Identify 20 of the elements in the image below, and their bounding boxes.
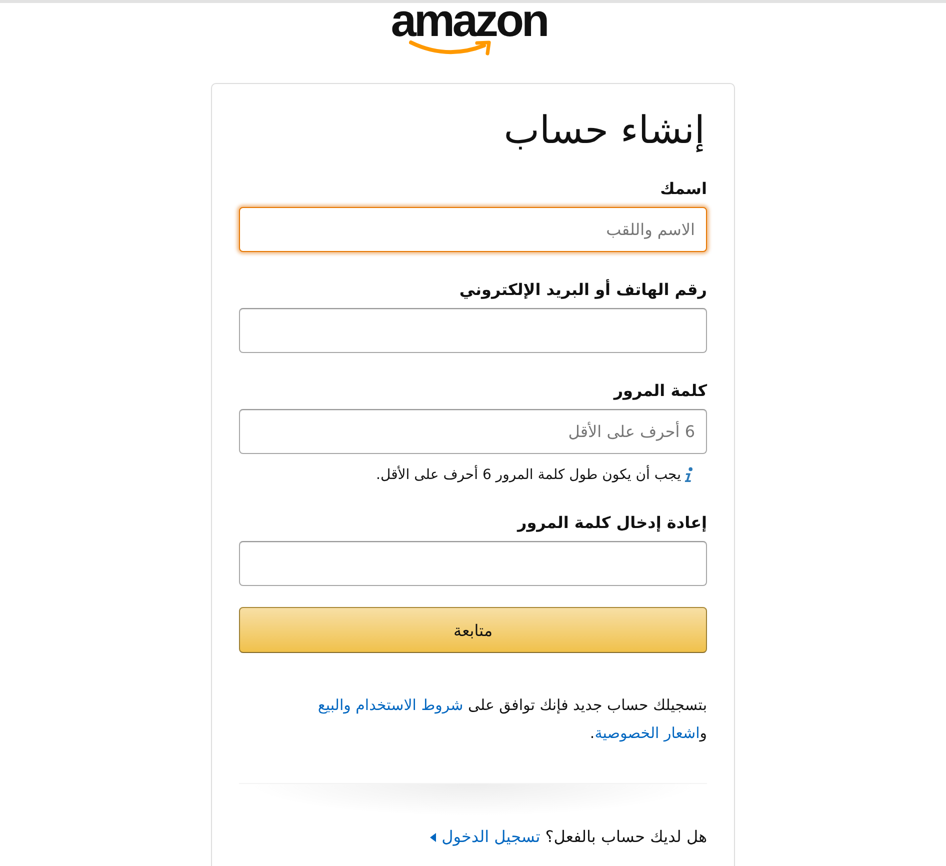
- field-label: رقم الهاتف أو البريد الإلكتروني: [459, 279, 707, 301]
- hint-text: يجب أن يكون طول كلمة المرور 6 أحرف على الأقل.: [376, 465, 681, 485]
- input-field[interactable]: الاسم واللقب: [239, 207, 707, 252]
- sign-in-prompt: هل لديك حساب بالفعل؟ تسجيل الدخول: [239, 826, 707, 848]
- text-link[interactable]: اشعار الخصوصية: [594, 724, 700, 742]
- text-link[interactable]: شروط الاستخدام والبيع: [318, 696, 464, 714]
- logo-wordmark: amazon: [390, 1, 548, 39]
- field-label: إعادة إدخال كلمة المرور: [518, 512, 707, 534]
- terms-text: بتسجيلك حساب جديد فإنك توافق على شروط الاستخدام والبيع واشعار الخصوصية.: [316, 695, 707, 744]
- input-field[interactable]: [239, 308, 707, 353]
- field-label: كلمة المرور: [614, 380, 707, 402]
- smile-arrow-icon: [408, 40, 493, 57]
- input-field[interactable]: [239, 541, 707, 586]
- field-label: اسمك: [660, 178, 707, 200]
- info-icon: [684, 467, 693, 483]
- caret-icon: [430, 833, 436, 842]
- sign-in-link[interactable]: تسجيل الدخول: [442, 827, 540, 846]
- continue-button[interactable]: متابعة: [239, 607, 707, 653]
- input-field[interactable]: 6 أحرف على الأقل: [239, 409, 707, 454]
- page-title: إنشاء حساب: [502, 107, 706, 154]
